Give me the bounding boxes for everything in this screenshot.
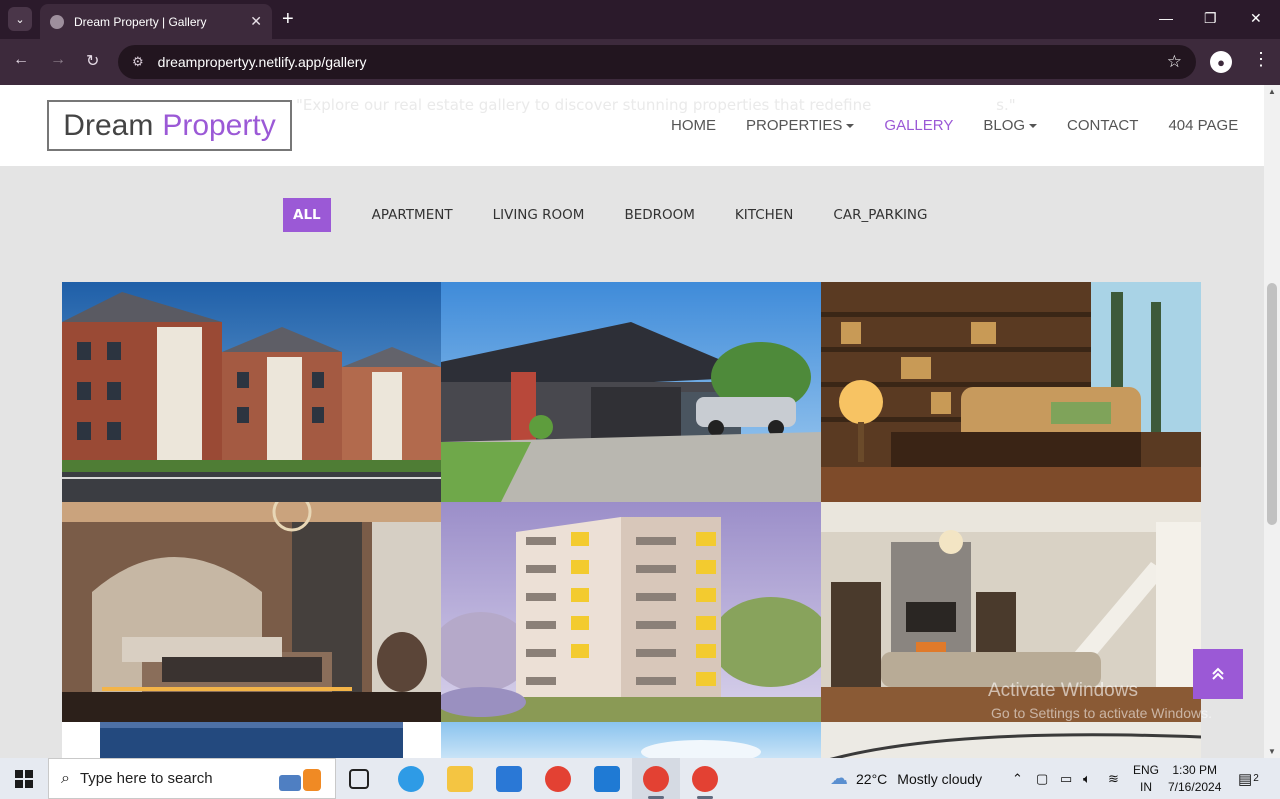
search-highlight-icon	[279, 769, 321, 791]
clock-date: 7/16/2024	[1168, 780, 1222, 794]
menu-kebab-icon[interactable]: ⋮	[1252, 49, 1270, 70]
double-chevron-up-icon	[1212, 667, 1224, 680]
forward-arrow-icon[interactable]: →	[50, 51, 66, 69]
caret-down-icon	[846, 124, 855, 129]
weather-description: Mostly cloudy	[897, 770, 983, 787]
gallery-image-car[interactable]	[62, 722, 441, 758]
tab-title: Dream Property | Gallery	[74, 14, 207, 29]
cloudy-weather-icon: ☁	[830, 768, 848, 788]
address-bar[interactable]: ⚙ dreampropertyy.netlify.app/gallery ☆	[118, 45, 1196, 79]
nav-blog[interactable]: BLOG	[983, 117, 1038, 134]
scroll-to-top-button[interactable]	[1193, 649, 1243, 699]
windows-taskbar: ⌕ Type here to search ☁ 22°C Mostly clou…	[0, 758, 1280, 799]
scrollbar-thumb[interactable]	[1267, 283, 1277, 525]
gallery-image-living-room-bookshelves[interactable]	[821, 282, 1201, 502]
filter-car-parking[interactable]: CAR_PARKING	[833, 198, 927, 232]
filter-bedroom[interactable]: BEDROOM	[624, 198, 694, 232]
edge-browser-icon[interactable]	[398, 766, 424, 792]
scroll-down-arrow-icon[interactable]: ▼	[1268, 747, 1276, 756]
url-text[interactable]: dreampropertyy.netlify.app/gallery	[158, 54, 1167, 70]
page-scrollbar[interactable]: ▲ ▼	[1264, 85, 1280, 758]
faded-intro-text: "Explore our real estate gallery to disc…	[296, 96, 1016, 114]
taskbar-clock[interactable]: 1:30 PM 7/16/2024	[1168, 762, 1221, 796]
chrome-profile-2-icon[interactable]	[692, 766, 718, 792]
browser-tab-bar: ⌄ Dream Property | Gallery ✕ + — ❐ ✕	[0, 0, 1280, 39]
chrome-profile-icon[interactable]	[643, 766, 669, 792]
close-window-icon[interactable]: ✕	[1250, 10, 1262, 27]
file-explorer-icon[interactable]	[447, 766, 473, 792]
taskbar-search-placeholder: Type here to search	[79, 770, 213, 787]
nav-home[interactable]: HOME	[671, 117, 716, 134]
filter-living-room[interactable]: LIVING ROOM	[493, 198, 585, 232]
reload-icon[interactable]: ↻	[86, 51, 99, 71]
gallery-image-apartment-complex[interactable]	[62, 282, 441, 502]
scroll-up-arrow-icon[interactable]: ▲	[1268, 87, 1276, 96]
profile-icon[interactable]: ●	[1210, 51, 1232, 73]
taskbar-search-box[interactable]: ⌕ Type here to search	[48, 758, 336, 799]
close-tab-icon[interactable]: ✕	[250, 13, 262, 30]
clock-time: 1:30 PM	[1172, 763, 1218, 777]
nav-contact[interactable]: CONTACT	[1067, 117, 1138, 134]
site-header: "Explore our real estate gallery to disc…	[0, 85, 1264, 166]
notification-count: 2	[1253, 773, 1259, 784]
notification-icon: ▤	[1238, 770, 1253, 788]
battery-icon[interactable]: ▭	[1060, 758, 1072, 799]
gallery-image-interior[interactable]	[821, 722, 1201, 758]
input-language[interactable]: ENG IN	[1133, 762, 1159, 796]
meet-now-icon[interactable]: ▢	[1036, 758, 1048, 799]
weather-temperature: 22°C	[856, 770, 888, 787]
task-view-icon[interactable]	[349, 769, 369, 789]
main-nav: HOME PROPERTIES GALLERY BLOG CONTACT 404…	[671, 117, 1238, 134]
activate-windows-watermark-title: Activate Windows	[988, 680, 1138, 701]
back-arrow-icon[interactable]: ←	[13, 51, 29, 69]
language-code: ENG	[1133, 763, 1160, 777]
globe-icon	[50, 14, 64, 29]
gallery-filter-bar: ALL APARTMENT LIVING ROOM BEDROOM KITCHE…	[283, 198, 927, 232]
filter-all[interactable]: ALL	[283, 198, 331, 232]
tray-overflow-chevron-icon[interactable]: ⌃	[1012, 758, 1023, 799]
weather-widget[interactable]: ☁ 22°C Mostly cloudy	[830, 758, 982, 799]
filter-kitchen[interactable]: KITCHEN	[735, 198, 794, 232]
search-icon: ⌕	[61, 769, 70, 787]
activate-windows-watermark-subtitle: Go to Settings to activate Windows.	[991, 705, 1212, 721]
filter-apartment[interactable]: APARTMENT	[372, 198, 453, 232]
notifications-button[interactable]: ▤ 2	[1238, 758, 1259, 799]
new-tab-plus-icon[interactable]: +	[282, 8, 294, 30]
minimize-icon[interactable]: —	[1159, 10, 1173, 26]
logo-word-dream: Dream	[63, 108, 154, 142]
nav-properties[interactable]: PROPERTIES	[746, 117, 855, 134]
caret-down-icon	[1029, 124, 1038, 129]
gallery-image-house-driveway[interactable]	[441, 282, 821, 502]
restore-icon[interactable]: ❐	[1204, 10, 1217, 27]
volume-icon[interactable]: 🔈︎	[1083, 758, 1091, 799]
gallery-image-apartment-tower[interactable]	[441, 502, 821, 722]
chrome-icon[interactable]	[545, 766, 571, 792]
vscode-icon[interactable]	[594, 766, 620, 792]
windows-start-icon[interactable]	[15, 770, 33, 788]
page-viewport: "Explore our real estate gallery to disc…	[0, 85, 1264, 758]
tab-search-chevron-icon[interactable]: ⌄	[8, 7, 32, 31]
site-logo[interactable]: Dream Property	[47, 100, 292, 151]
region-code: IN	[1140, 780, 1152, 794]
browser-tab[interactable]: Dream Property | Gallery ✕	[40, 4, 272, 39]
site-info-icon[interactable]: ⚙	[132, 54, 144, 70]
gallery-image-bedroom[interactable]	[62, 502, 441, 722]
wifi-icon[interactable]: ≋	[1108, 758, 1119, 799]
logo-word-property: Property	[162, 108, 276, 142]
bookmark-star-icon[interactable]: ☆	[1167, 52, 1182, 72]
browser-toolbar: ← → ↻ ⚙ dreampropertyy.netlify.app/galle…	[0, 39, 1280, 85]
nav-gallery[interactable]: GALLERY	[884, 117, 953, 134]
mail-icon[interactable]	[496, 766, 522, 792]
gallery-image-sky[interactable]	[441, 722, 821, 758]
nav-404-page[interactable]: 404 PAGE	[1168, 117, 1238, 134]
